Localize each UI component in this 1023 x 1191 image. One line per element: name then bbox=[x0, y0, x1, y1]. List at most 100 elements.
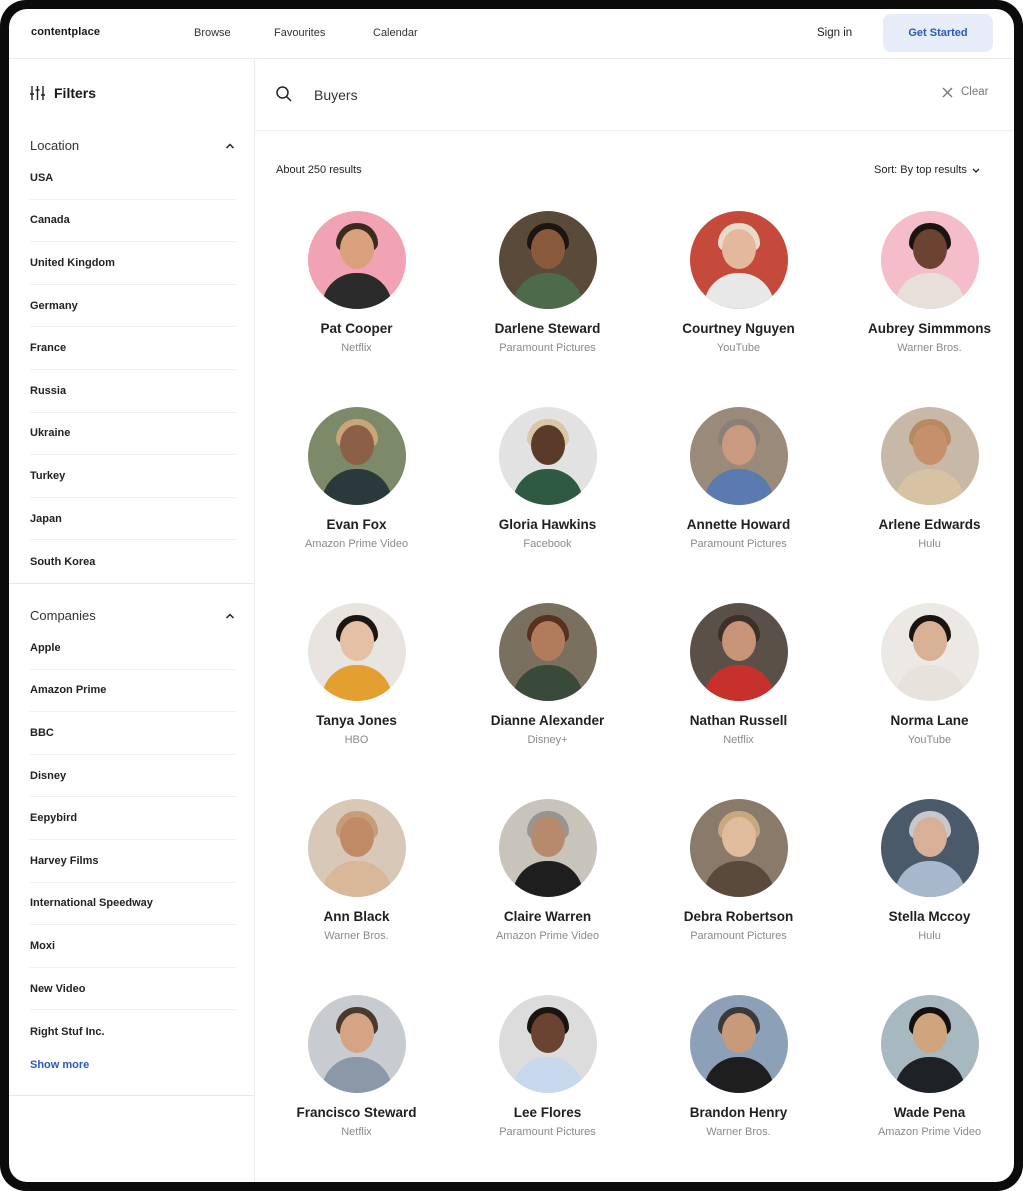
company-filter-item[interactable]: Harvey Films bbox=[30, 840, 235, 883]
person-name: Arlene Edwards bbox=[878, 517, 981, 532]
nav-favourites[interactable]: Favourites bbox=[274, 27, 325, 39]
person-card[interactable]: Francisco Steward Netflix bbox=[261, 995, 452, 1182]
avatar bbox=[307, 407, 406, 505]
search-bar: Clear bbox=[256, 59, 1014, 131]
avatar-shoulders bbox=[703, 665, 774, 701]
person-name: Tanya Jones bbox=[316, 713, 397, 728]
close-icon bbox=[942, 87, 953, 97]
location-filter-item[interactable]: USA bbox=[30, 157, 235, 200]
avatar bbox=[689, 407, 788, 505]
results-count: About 250 results bbox=[276, 164, 362, 176]
person-company: Paramount Pictures bbox=[499, 1126, 596, 1138]
company-filter-item[interactable]: BBC bbox=[30, 712, 235, 755]
person-card[interactable]: Arlene Edwards Hulu bbox=[834, 407, 1014, 603]
person-card[interactable]: Lee Flores Paramount Pictures bbox=[452, 995, 643, 1182]
person-card[interactable]: Aubrey Simmmons Warner Bros. bbox=[834, 211, 1014, 407]
companies-section-toggle[interactable]: Companies bbox=[30, 608, 235, 623]
person-card[interactable]: Annette Howard Paramount Pictures bbox=[643, 407, 834, 603]
filters-icon bbox=[30, 86, 45, 100]
person-card[interactable]: Brandon Henry Warner Bros. bbox=[643, 995, 834, 1182]
filters-header: Filters bbox=[30, 85, 96, 101]
location-filter-item[interactable]: Turkey bbox=[30, 455, 235, 498]
location-section-toggle[interactable]: Location bbox=[30, 138, 235, 153]
location-filter-item[interactable]: Russia bbox=[30, 370, 235, 413]
avatar-face bbox=[339, 229, 374, 269]
brand-logo[interactable]: contentplace bbox=[31, 26, 100, 38]
location-filter-item[interactable]: South Korea bbox=[30, 540, 235, 583]
person-card[interactable]: Darlene Steward Paramount Pictures bbox=[452, 211, 643, 407]
sign-in-link[interactable]: Sign in bbox=[817, 27, 852, 39]
person-card[interactable]: Pat Cooper Netflix bbox=[261, 211, 452, 407]
person-card[interactable]: Ann Black Warner Bros. bbox=[261, 799, 452, 995]
avatar-shoulders bbox=[512, 1057, 583, 1093]
avatar bbox=[880, 995, 979, 1093]
person-company: Netflix bbox=[341, 1126, 372, 1138]
person-card[interactable]: Norma Lane YouTube bbox=[834, 603, 1014, 799]
avatar-face bbox=[721, 817, 756, 857]
person-card[interactable]: Claire Warren Amazon Prime Video bbox=[452, 799, 643, 995]
avatar-face bbox=[912, 817, 947, 857]
person-name: Norma Lane bbox=[890, 713, 969, 728]
person-card[interactable]: Tanya Jones HBO bbox=[261, 603, 452, 799]
avatar-face bbox=[721, 1013, 756, 1053]
person-name: Ann Black bbox=[323, 909, 390, 924]
location-filter-item[interactable]: Japan bbox=[30, 498, 235, 541]
person-name: Debra Robertson bbox=[683, 909, 794, 924]
location-title: Location bbox=[30, 138, 80, 153]
location-filter-item[interactable]: France bbox=[30, 327, 235, 370]
avatar-face bbox=[721, 621, 756, 661]
person-card[interactable]: Courtney Nguyen YouTube bbox=[643, 211, 834, 407]
person-name: Annette Howard bbox=[686, 517, 791, 532]
avatar-face bbox=[339, 425, 374, 465]
person-card[interactable]: Dianne Alexander Disney+ bbox=[452, 603, 643, 799]
location-filter-item[interactable]: Germany bbox=[30, 285, 235, 328]
filters-sidebar: Filters Location USA Canada United Kingdom… bbox=[9, 59, 255, 1182]
avatar bbox=[880, 211, 979, 309]
companies-title: Companies bbox=[30, 608, 96, 623]
company-filter-item[interactable]: Apple bbox=[30, 627, 235, 670]
person-card[interactable]: Stella Mccoy Hulu bbox=[834, 799, 1014, 995]
avatar-shoulders bbox=[321, 273, 392, 309]
company-filter-item[interactable]: Eepybird bbox=[30, 797, 235, 840]
company-filter-item[interactable]: Moxi bbox=[30, 925, 235, 968]
avatar-shoulders bbox=[512, 273, 583, 309]
avatar-shoulders bbox=[512, 861, 583, 897]
company-filter-item[interactable]: Right Stuf Inc. bbox=[30, 1010, 235, 1053]
person-name: Aubrey Simmmons bbox=[867, 321, 992, 336]
nav-browse[interactable]: Browse bbox=[194, 27, 231, 39]
person-company: Warner Bros. bbox=[706, 1126, 771, 1138]
company-filter-item[interactable]: Amazon Prime bbox=[30, 670, 235, 713]
person-name: Dianne Alexander bbox=[490, 713, 605, 728]
avatar-face bbox=[912, 229, 947, 269]
location-filter-item[interactable]: United Kingdom bbox=[30, 242, 235, 285]
person-card[interactable]: Nathan Russell Netflix bbox=[643, 603, 834, 799]
person-card[interactable]: Evan Fox Amazon Prime Video bbox=[261, 407, 452, 603]
section-divider bbox=[9, 1095, 255, 1096]
person-company: YouTube bbox=[907, 734, 952, 746]
location-filter-item[interactable]: Ukraine bbox=[30, 413, 235, 456]
person-card[interactable]: Wade Pena Amazon Prime Video bbox=[834, 995, 1014, 1182]
avatar-face bbox=[721, 229, 756, 269]
person-company: Warner Bros. bbox=[897, 342, 962, 354]
location-filter-item[interactable]: Canada bbox=[30, 200, 235, 243]
person-card[interactable]: Debra Robertson Paramount Pictures bbox=[643, 799, 834, 995]
person-card[interactable]: Gloria Hawkins Facebook bbox=[452, 407, 643, 603]
search-input[interactable] bbox=[314, 85, 714, 105]
nav-calendar[interactable]: Calendar bbox=[373, 27, 418, 39]
sort-dropdown[interactable]: Sort: By top results bbox=[874, 164, 980, 176]
company-filter-item[interactable]: International Speedway bbox=[30, 883, 235, 926]
show-more-link[interactable]: Show more bbox=[30, 1059, 89, 1071]
filters-title: Filters bbox=[54, 85, 97, 101]
person-company: YouTube bbox=[716, 342, 761, 354]
company-filter-item[interactable]: Disney bbox=[30, 755, 235, 798]
person-name: Brandon Henry bbox=[689, 1105, 788, 1120]
person-company: Paramount Pictures bbox=[499, 342, 596, 354]
get-started-button[interactable]: Get Started bbox=[883, 14, 993, 52]
clear-search-button[interactable]: Clear bbox=[942, 86, 988, 98]
person-company: Amazon Prime Video bbox=[304, 538, 409, 550]
company-filter-item[interactable]: New Video bbox=[30, 968, 235, 1011]
avatar-shoulders bbox=[321, 469, 392, 505]
person-company: Paramount Pictures bbox=[690, 538, 787, 550]
avatar-face bbox=[530, 817, 565, 857]
person-company: Disney+ bbox=[527, 734, 568, 746]
